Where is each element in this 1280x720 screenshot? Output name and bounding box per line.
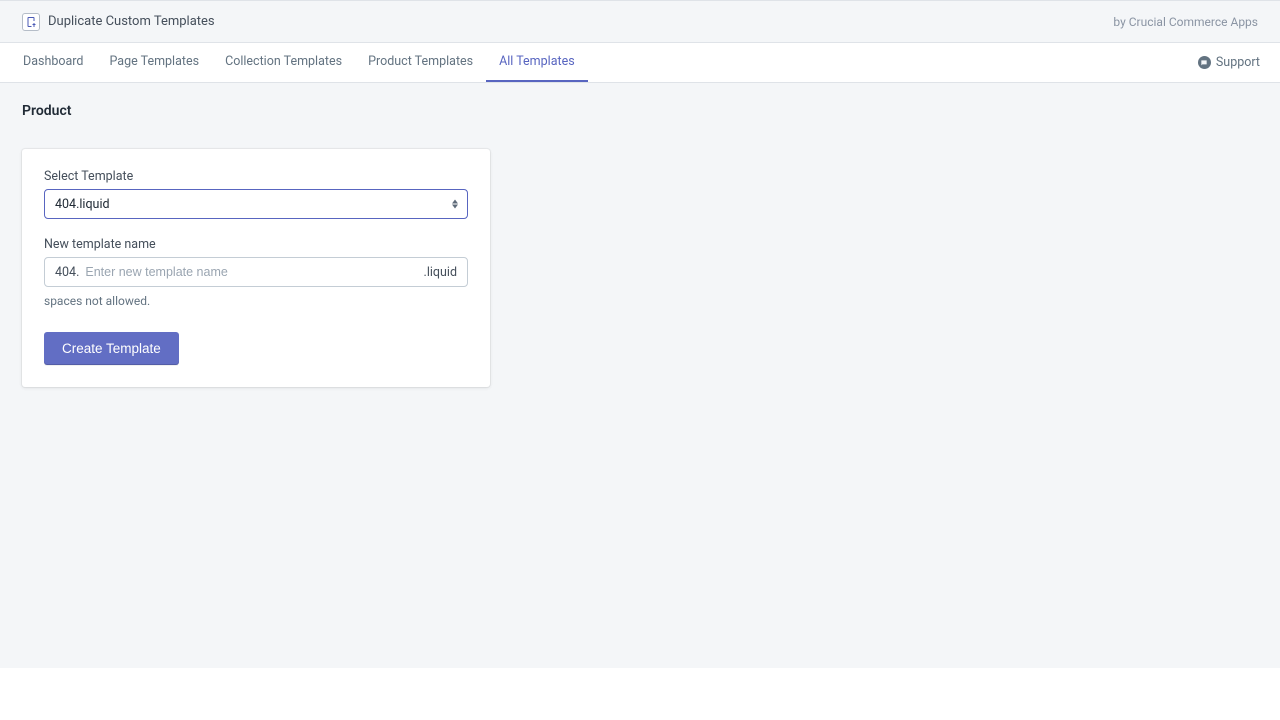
page-title: Product [22, 103, 1258, 119]
tab-product-templates[interactable]: Product Templates [355, 43, 486, 82]
app-logo-icon [22, 13, 40, 31]
tab-dashboard[interactable]: Dashboard [10, 43, 96, 82]
support-label: Support [1216, 55, 1260, 70]
app-header: Duplicate Custom Templates by Crucial Co… [0, 1, 1280, 43]
new-template-name-field[interactable]: 404. .liquid [44, 257, 468, 287]
tab-all-templates[interactable]: All Templates [486, 43, 588, 82]
app-title: Duplicate Custom Templates [48, 14, 215, 29]
new-template-name-input[interactable] [85, 258, 417, 286]
create-template-card: Select Template 404.liquid New template … [22, 149, 490, 387]
tab-collection-templates[interactable]: Collection Templates [212, 43, 355, 82]
name-suffix: .liquid [418, 258, 467, 286]
new-template-name-label: New template name [44, 237, 468, 252]
select-template-dropdown[interactable]: 404.liquid [44, 189, 468, 219]
tabbar: Dashboard Page Templates Collection Temp… [0, 43, 1280, 83]
chat-icon [1198, 56, 1211, 69]
app-byline: by Crucial Commerce Apps [1113, 15, 1258, 29]
tab-page-templates[interactable]: Page Templates [96, 43, 212, 82]
name-prefix: 404. [45, 258, 85, 286]
helper-text: spaces not allowed. [44, 294, 468, 308]
create-template-button[interactable]: Create Template [44, 332, 179, 365]
select-template-label: Select Template [44, 169, 468, 184]
support-link[interactable]: Support [1198, 55, 1270, 70]
